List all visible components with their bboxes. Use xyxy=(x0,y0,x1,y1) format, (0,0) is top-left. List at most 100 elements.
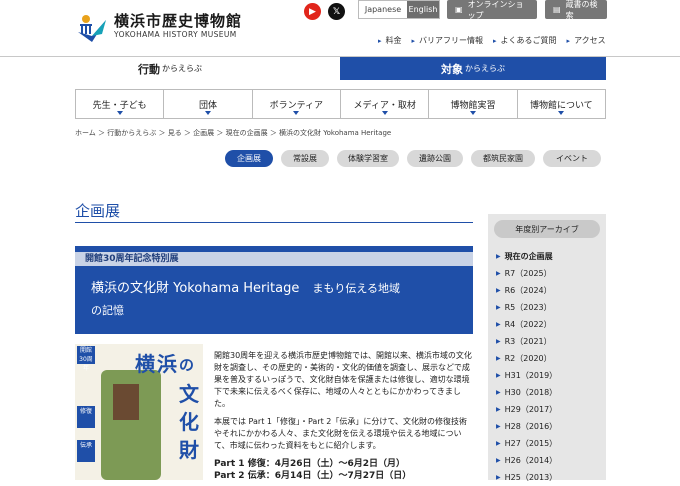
archive-item[interactable]: ▶ R7（2025） xyxy=(488,265,606,282)
choose-by-tabs: 行動 からえらぶ 対象 からえらぶ xyxy=(0,56,680,80)
triangle-icon: ▶ xyxy=(496,321,501,328)
link-faq[interactable]: ▸ よくあるご質問 xyxy=(493,35,557,46)
archive-sidebar: 年度別アーカイブ ▶ 現在の企画展 ▶ R7（2025） ▶ R6（2024） ▶ R5（20… xyxy=(488,214,606,482)
x-icon[interactable]: 𝕏 xyxy=(328,3,345,20)
online-shop-label: オンラインショップ xyxy=(467,0,524,20)
exhibit-category-pills: 企画展 常設展 体験学習室 遺跡公園 都筑民家園 イベント xyxy=(225,150,609,167)
nav-museum-practice[interactable]: 博物館実習 xyxy=(429,90,518,118)
logo-title-jp: 横浜市歴史博物館 xyxy=(114,12,243,30)
triangle-icon: ▶ xyxy=(496,440,501,447)
exhibit-title: 横浜の文化財 Yokohama Heritage まもり伝える地域 の記憶 xyxy=(91,278,461,322)
exhibit-title-tail: の記憶 xyxy=(91,304,124,317)
archive-item[interactable]: ▶ H31（2019） xyxy=(488,367,606,384)
book-search-button[interactable]: ▤ 蔵書の検索 xyxy=(545,0,607,20)
arrow-icon: ▸ xyxy=(566,37,571,45)
archive-item-label: R5（2023） xyxy=(504,303,552,312)
museum-logo-icon xyxy=(78,15,106,42)
triangle-icon: ▶ xyxy=(496,406,501,413)
triangle-icon: ▶ xyxy=(496,457,501,464)
link-fee-label: 料金 xyxy=(385,36,402,45)
poster-char-4: 文 xyxy=(179,382,199,406)
archive-item[interactable]: ▶ H29（2017） xyxy=(488,401,606,418)
logo-title-en: YOKOHAMA HISTORY MUSEUM xyxy=(114,30,237,39)
lang-english[interactable]: English xyxy=(407,1,439,18)
triangle-icon: ▶ xyxy=(496,304,501,311)
arrow-icon: ▸ xyxy=(493,37,497,45)
poster-char-1: 横 xyxy=(135,352,155,376)
description-paragraph-2: 本展では Part 1「修復」・Part 2「伝承」に分けて、文化財の修復技術や… xyxy=(214,417,467,450)
exhibit-banner: 開館30周年記念特別展 横浜の文化財 Yokohama Heritage まもり… xyxy=(75,246,473,334)
part1-dates: Part 1 修復：4月26日（土）〜6月2日（月） xyxy=(214,459,406,469)
archive-item[interactable]: ▶ R6（2024） xyxy=(488,282,606,299)
lang-japanese[interactable]: Japanese xyxy=(359,1,407,18)
pill-minka[interactable]: 都筑民家園 xyxy=(471,150,535,167)
exhibit-title-main: 横浜の文化財 Yokohama Heritage xyxy=(91,281,300,296)
exhibit-poster[interactable]: 開館30周年 修復 伝承 横 浜 の 文 化 財 xyxy=(75,344,203,480)
triangle-icon: ▶ xyxy=(496,338,501,345)
triangle-icon: ▶ xyxy=(496,389,501,396)
archive-item-label: H28（2016） xyxy=(504,422,558,431)
anniversary-tag: 開館30周年記念特別展 xyxy=(75,252,473,266)
archive-item[interactable]: ▶ R2（2020） xyxy=(488,350,606,367)
section-divider xyxy=(75,222,473,223)
archive-item[interactable]: ▶ R5（2023） xyxy=(488,299,606,316)
triangle-icon: ▶ xyxy=(496,355,501,362)
exhibit-title-sub: まもり伝える地域 xyxy=(312,282,401,295)
archive-item[interactable]: ▶ R3（2021） xyxy=(488,333,606,350)
tab-by-action[interactable]: 行動 からえらぶ xyxy=(0,57,340,80)
nav-volunteer[interactable]: ボランティア xyxy=(253,90,341,118)
online-shop-button[interactable]: ▣ オンラインショップ xyxy=(447,0,537,20)
nav-about[interactable]: 博物館について xyxy=(518,90,605,118)
archive-item[interactable]: ▶ H25（2013） xyxy=(488,469,606,486)
youtube-icon[interactable]: ▶ xyxy=(304,3,321,20)
part2-dates: Part 2 伝承：6月14日（土）〜7月27日（日） xyxy=(214,471,412,481)
nav-teachers-kids[interactable]: 先生・子ども xyxy=(76,90,165,118)
archive-heading: 年度別アーカイブ xyxy=(494,220,600,238)
link-access[interactable]: ▸ アクセス xyxy=(567,35,606,46)
link-faq-label: よくあるご質問 xyxy=(500,36,557,45)
utility-links: ▸ 料金 ▸ バリアフリー情報 ▸ よくあるご質問 ▸ アクセス xyxy=(368,35,606,46)
archive-item-label: H31（2019） xyxy=(504,371,558,380)
pill-ruins-park[interactable]: 遺跡公園 xyxy=(407,150,463,167)
archive-item[interactable]: ▶ R4（2022） xyxy=(488,316,606,333)
pill-workshop-room[interactable]: 体験学習室 xyxy=(337,150,399,167)
nav-groups[interactable]: 団体 xyxy=(164,90,253,118)
arrow-icon: ▸ xyxy=(378,37,382,45)
language-switch: Japanese English xyxy=(358,0,440,19)
archive-item[interactable]: ▶ H30（2018） xyxy=(488,384,606,401)
link-access-label: アクセス xyxy=(574,36,606,45)
pill-permanent[interactable]: 常設展 xyxy=(281,150,329,167)
site-header: 横浜市歴史博物館 YOKOHAMA HISTORY MUSEUM ▶ 𝕏 Jap… xyxy=(0,0,680,56)
archive-item-label: R3（2021） xyxy=(504,337,552,346)
site-logo[interactable]: 横浜市歴史博物館 YOKOHAMA HISTORY MUSEUM xyxy=(76,12,242,44)
archive-item[interactable]: ▶ H28（2016） xyxy=(488,418,606,435)
tab-by-target-main: 対象 xyxy=(441,62,463,76)
global-nav: 先生・子ども 団体 ボランティア メディア・取材 博物館実習 博物館について xyxy=(75,89,606,119)
shop-icon: ▣ xyxy=(455,5,463,14)
archive-item[interactable]: ▶ 現在の企画展 xyxy=(488,248,606,265)
archive-item[interactable]: ▶ H27（2015） xyxy=(488,435,606,452)
archive-item-label: R7（2025） xyxy=(504,269,552,278)
link-fee[interactable]: ▸ 料金 xyxy=(378,35,402,46)
tab-by-target-sub: からえらぶ xyxy=(465,64,505,73)
book-search-label: 蔵書の検索 xyxy=(565,0,598,20)
exhibit-description: 開館30周年を迎える横浜市歴史博物館では、開館以来、横浜市域の文化財を調査し、そ… xyxy=(214,350,474,482)
breadcrumb[interactable]: ホーム ＞ 行動からえらぶ ＞ 見る ＞ 企画展 ＞ 現在の企画展 ＞ 横浜の文… xyxy=(75,128,391,138)
triangle-icon: ▶ xyxy=(496,423,501,430)
archive-item-label: H27（2015） xyxy=(504,439,558,448)
poster-char-3: の xyxy=(179,356,195,374)
link-barrier-free-label: バリアフリー情報 xyxy=(419,36,484,45)
book-icon: ▤ xyxy=(553,5,561,14)
poster-part2-label: 伝承 xyxy=(77,440,95,462)
pill-events[interactable]: イベント xyxy=(543,150,601,167)
tab-by-target[interactable]: 対象 からえらぶ xyxy=(340,57,606,80)
link-barrier-free[interactable]: ▸ バリアフリー情報 xyxy=(412,35,484,46)
nav-media[interactable]: メディア・取材 xyxy=(341,90,430,118)
archive-list: ▶ 現在の企画展 ▶ R7（2025） ▶ R6（2024） ▶ R5（2023） ▶ R4（20… xyxy=(488,248,606,486)
archive-item-label: R2（2020） xyxy=(504,354,552,363)
triangle-icon: ▶ xyxy=(496,287,501,294)
tab-by-action-main: 行動 xyxy=(138,62,160,76)
poster-shrine-box xyxy=(113,384,139,420)
pill-special-exhibit[interactable]: 企画展 xyxy=(225,150,273,167)
archive-item[interactable]: ▶ H26（2014） xyxy=(488,452,606,469)
